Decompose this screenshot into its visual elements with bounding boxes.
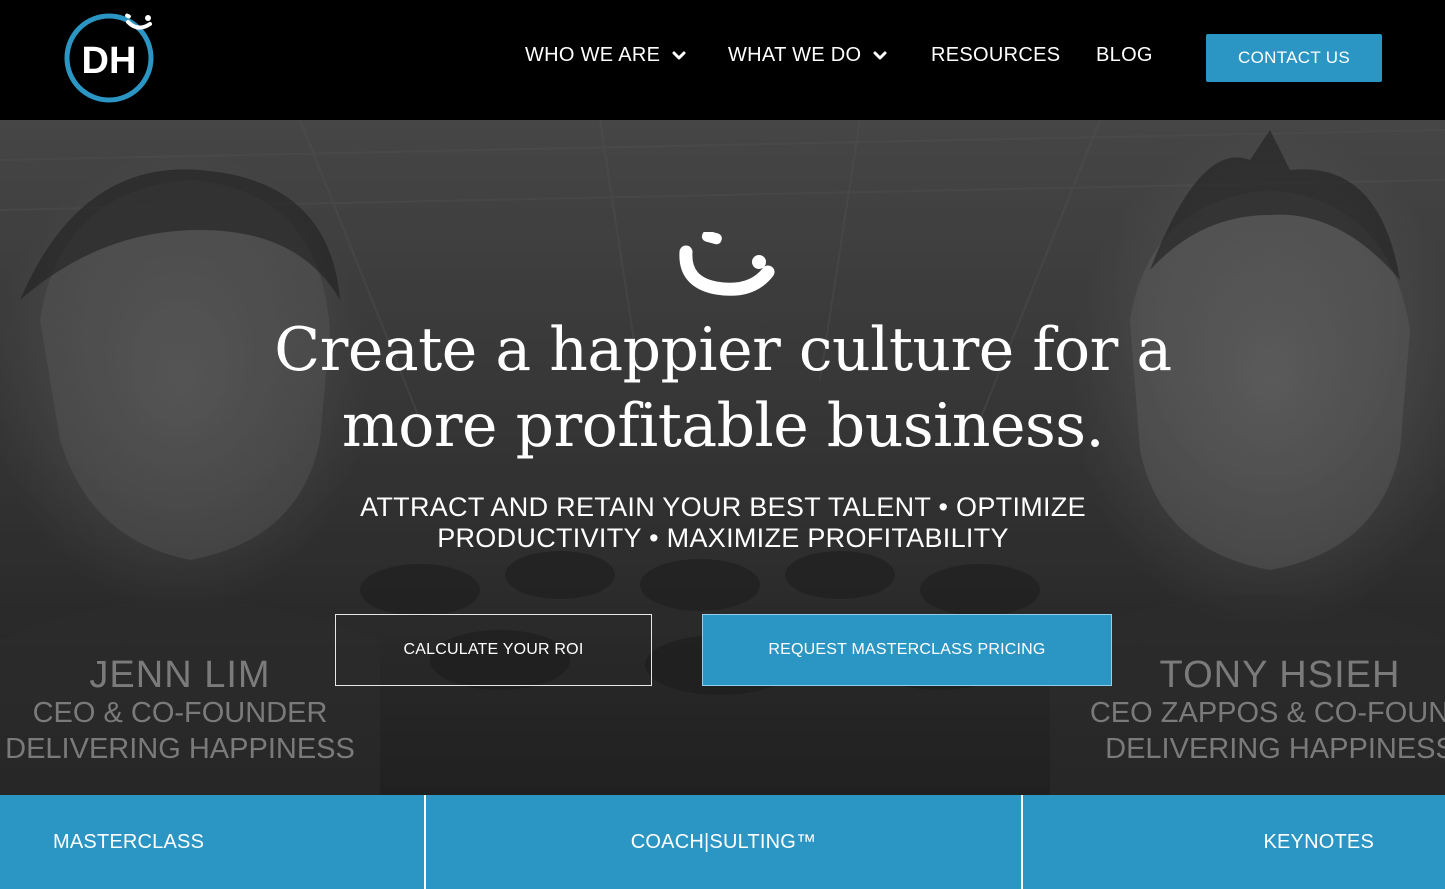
person-title: CEO ZAPPOS & CO-FOUND — [1089, 697, 1445, 729]
logo-text: DH — [82, 40, 137, 82]
person-name: TONY HSIEH — [1159, 654, 1401, 696]
tile-keynotes[interactable]: KEYNOTES — [1023, 795, 1445, 889]
nav-who-we-are[interactable]: WHO WE ARE — [525, 44, 686, 67]
hero-headline: Create a happier culture for a more prof… — [223, 312, 1223, 464]
tile-masterclass[interactable]: MASTERCLASS — [0, 795, 424, 889]
subline-line-2: PRODUCTIVITY • MAXIMIZE PROFITABILITY — [437, 523, 1009, 553]
subline-line-1: ATTRACT AND RETAIN YOUR BEST TALENT • OP… — [360, 492, 1086, 522]
nav-label: BLOG — [1096, 44, 1153, 66]
nav-label: RESOURCES — [931, 44, 1061, 66]
headline-line-2: more profitable business. — [341, 391, 1105, 461]
chevron-down-icon — [873, 51, 887, 59]
hero-subheadline: ATTRACT AND RETAIN YOUR BEST TALENT • OP… — [323, 492, 1123, 554]
nav-what-we-do[interactable]: WHAT WE DO — [728, 44, 887, 67]
nav-label: WHAT WE DO — [728, 44, 862, 66]
nav-label: WHO WE ARE — [525, 44, 661, 66]
contact-us-button[interactable]: CONTACT US — [1206, 34, 1382, 82]
caption-tony-hsieh: TONY HSIEH CEO ZAPPOS & CO-FOUND DELIVER… — [1060, 655, 1445, 767]
hero-section: JENN LIM CEO & CO-FOUNDER DELIVERING HAP… — [0, 120, 1445, 795]
caption-jenn-lim: JENN LIM CEO & CO-FOUNDER DELIVERING HAP… — [0, 655, 360, 767]
headline-line-1: Create a happier culture for a — [274, 315, 1172, 385]
person-company: DELIVERING HAPPINESS — [5, 733, 355, 765]
person-title: CEO & CO-FOUNDER — [32, 697, 328, 729]
tile-coachsulting[interactable]: COACH|SULTING™ — [426, 795, 1021, 889]
delivering-happiness-logo[interactable]: DH — [62, 10, 162, 105]
service-tiles: MASTERCLASS COACH|SULTING™ KEYNOTES — [0, 795, 1445, 889]
request-masterclass-pricing-button[interactable]: REQUEST MASTERCLASS PRICING — [702, 614, 1112, 686]
chevron-down-icon — [672, 51, 686, 59]
nav-resources[interactable]: RESOURCES — [931, 44, 1060, 67]
calculate-roi-button[interactable]: CALCULATE YOUR ROI — [335, 614, 652, 686]
person-name: JENN LIM — [89, 654, 271, 696]
logo-icon: DH — [64, 13, 154, 103]
site-header: DH WHO WE ARE WHAT WE DO RESOURCES BLOG … — [0, 0, 1445, 120]
nav-blog[interactable]: BLOG — [1096, 44, 1153, 67]
smile-icon — [679, 232, 775, 296]
person-company: DELIVERING HAPPINESS — [1105, 733, 1445, 765]
